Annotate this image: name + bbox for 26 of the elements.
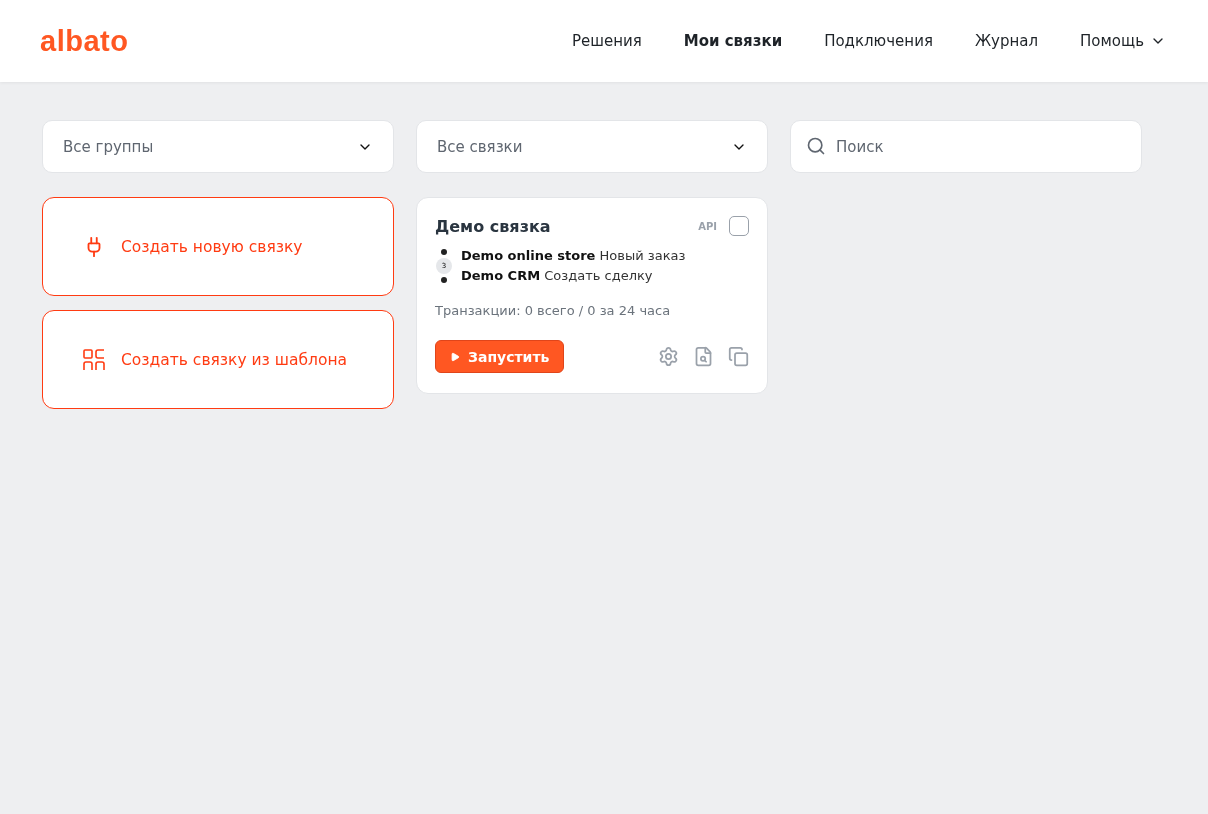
- checkbox[interactable]: [729, 216, 749, 236]
- template-icon: [83, 348, 105, 371]
- bundle-title: Демо связка: [435, 216, 551, 236]
- create-bundle-button[interactable]: Создать новую связку: [42, 197, 394, 296]
- nav-link[interactable]: Мои связки: [683, 32, 783, 50]
- nav-link[interactable]: Решения: [571, 32, 642, 50]
- step-text: Demo online store Новый заказ: [461, 248, 686, 263]
- nav-link[interactable]: Журнал: [974, 32, 1039, 50]
- settings-icon[interactable]: [658, 346, 679, 367]
- select-value: Все связки: [437, 137, 523, 156]
- step-text: Demo CRM Создать сделку: [461, 268, 654, 283]
- copy-icon[interactable]: [728, 346, 749, 367]
- select-value: Все группы: [63, 137, 154, 156]
- logo[interactable]: albato: [40, 24, 129, 58]
- search-icon: [806, 136, 826, 156]
- create-bundle-button[interactable]: Создать связку из шаблона: [42, 310, 394, 409]
- search-field[interactable]: Поиск: [790, 120, 1142, 173]
- group-select[interactable]: Все группы: [42, 120, 394, 173]
- log-search-icon[interactable]: [693, 346, 714, 367]
- transactions-text: Транзакции: 0 всего / 0 за 24 часа: [435, 303, 672, 318]
- api-label: API: [698, 220, 717, 232]
- play-icon: [450, 351, 460, 362]
- nav-link[interactable]: Подключения: [824, 32, 933, 50]
- bundle-select[interactable]: Все связки: [416, 120, 768, 173]
- nav-link[interactable]: Помощь: [1080, 32, 1166, 50]
- run-button[interactable]: Запустить: [435, 340, 565, 373]
